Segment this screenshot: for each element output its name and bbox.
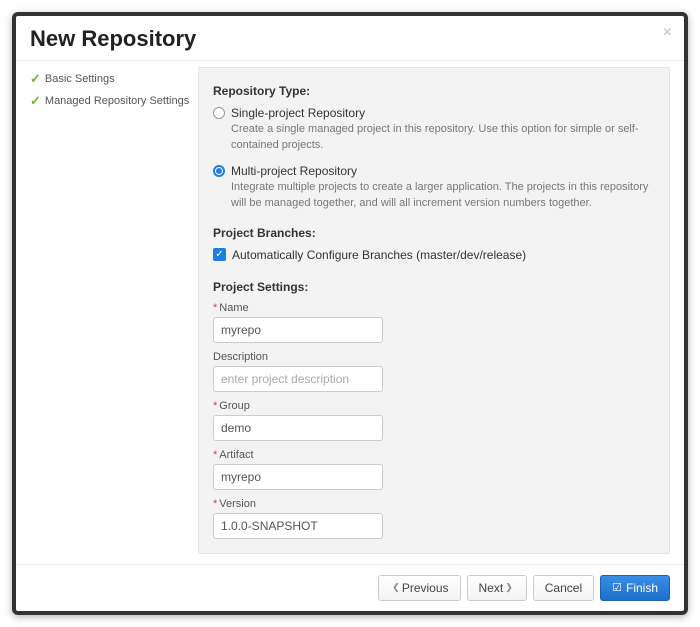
radio-label: Multi-project Repository — [231, 164, 357, 178]
required-asterisk: * — [213, 400, 217, 412]
checkbox-auto-configure-branches[interactable]: ✓ Automatically Configure Branches (mast… — [213, 248, 655, 262]
check-icon: ✓ — [30, 93, 41, 109]
chevron-right-icon: ❯ — [505, 582, 513, 593]
chevron-left-icon: ❮ — [392, 582, 400, 593]
multi-project-help-text: Integrate multiple projects to create a … — [231, 180, 655, 212]
name-input[interactable] — [213, 317, 383, 343]
radio-unchecked-icon — [213, 107, 225, 119]
close-icon[interactable]: × — [663, 24, 672, 42]
required-asterisk: * — [213, 449, 217, 461]
version-label: *Version — [213, 498, 655, 510]
single-project-help-text: Create a single managed project in this … — [231, 122, 655, 154]
version-input[interactable] — [213, 513, 383, 539]
dialog-title: New Repository — [30, 26, 196, 51]
check-square-icon: ☑ — [612, 581, 622, 594]
radio-label: Single-project Repository — [231, 106, 365, 120]
artifact-input[interactable] — [213, 464, 383, 490]
step-label: Basic Settings — [45, 73, 115, 85]
dialog-body: ✓ Basic Settings ✓ Managed Repository Se… — [16, 60, 684, 564]
description-label: Description — [213, 351, 655, 363]
name-label: *Name — [213, 302, 655, 314]
radio-checked-icon — [213, 165, 225, 177]
step-label: Managed Repository Settings — [45, 95, 189, 107]
repository-type-heading: Repository Type: — [213, 84, 655, 98]
radio-multi-project[interactable]: Multi-project Repository — [213, 164, 655, 178]
required-asterisk: * — [213, 302, 217, 314]
description-input[interactable] — [213, 366, 383, 392]
step-managed-repository-settings[interactable]: ✓ Managed Repository Settings — [30, 93, 198, 109]
group-input[interactable] — [213, 415, 383, 441]
wizard-content-panel: Repository Type: Single-project Reposito… — [198, 67, 670, 554]
new-repository-dialog: New Repository × ✓ Basic Settings ✓ Mana… — [12, 12, 688, 615]
dialog-footer: ❮ Previous Next ❯ Cancel ☑ Finish — [16, 564, 684, 611]
radio-single-project[interactable]: Single-project Repository — [213, 106, 655, 120]
wizard-steps-sidebar: ✓ Basic Settings ✓ Managed Repository Se… — [30, 67, 198, 554]
step-basic-settings[interactable]: ✓ Basic Settings — [30, 71, 198, 87]
required-asterisk: * — [213, 498, 217, 510]
dialog-header: New Repository × — [16, 16, 684, 60]
checkbox-checked-icon: ✓ — [213, 248, 226, 261]
group-label: *Group — [213, 400, 655, 412]
project-branches-heading: Project Branches: — [213, 226, 655, 240]
check-icon: ✓ — [30, 71, 41, 87]
artifact-label: *Artifact — [213, 449, 655, 461]
project-settings-heading: Project Settings: — [213, 280, 655, 294]
checkbox-label: Automatically Configure Branches (master… — [232, 248, 526, 262]
